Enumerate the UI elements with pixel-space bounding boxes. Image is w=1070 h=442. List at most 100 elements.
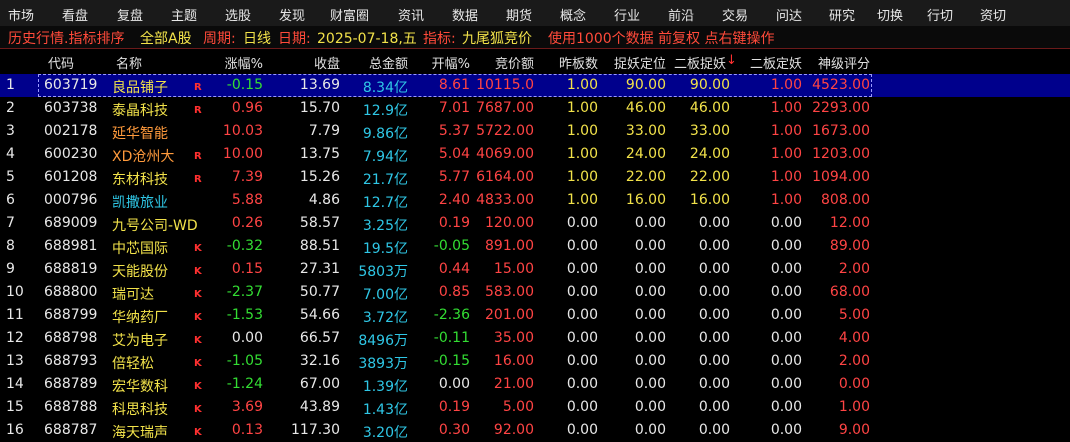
- menu-item-12[interactable]: 前沿: [668, 5, 694, 24]
- close-price: 50.77: [299, 284, 340, 300]
- total-amount: 12.7亿: [362, 195, 408, 211]
- menu-item-10[interactable]: 概念: [560, 5, 586, 24]
- row-index: 12: [6, 330, 24, 346]
- change-pct: -1.53: [226, 307, 263, 323]
- menu-item-8[interactable]: 数据: [452, 5, 478, 24]
- auction-amount: 583.00: [485, 284, 534, 300]
- row-index: 14: [6, 376, 24, 392]
- menu-item-14[interactable]: 问达: [776, 5, 802, 24]
- menu-item-15[interactable]: 研究: [829, 5, 855, 24]
- stock-name: 凯撒旅业: [112, 195, 168, 211]
- indicator-value[interactable]: 九尾狐竞价: [462, 28, 532, 48]
- scope-label[interactable]: 全部A股: [140, 28, 192, 48]
- prev-limit-count: 1.00: [566, 123, 598, 139]
- col-ed[interactable]: 二板定妖: [738, 53, 802, 72]
- col-amount[interactable]: 总金额: [356, 53, 408, 72]
- table-row[interactable]: 10 688800 瑞可达 K -2.37 50.77 7.00亿 0.85 583.00 0.0…: [0, 281, 1070, 304]
- col-eb[interactable]: 二板捉妖: [664, 53, 726, 72]
- divider: [0, 48, 1070, 49]
- total-amount: 7.94亿: [362, 149, 408, 165]
- menu-item-2[interactable]: 复盘: [117, 5, 143, 24]
- date-value[interactable]: 2025-07-18,五: [317, 28, 417, 48]
- table-row[interactable]: 14 688789 宏华数科 K -1.24 67.00 1.39亿 0.00 21.00 0.0…: [0, 373, 1070, 396]
- menu-item-18[interactable]: 资切: [980, 5, 1006, 24]
- table-row[interactable]: 3 002178 延华智能 10.03 7.79 9.86亿 5.37 5722.00 1.00…: [0, 120, 1070, 143]
- table-row[interactable]: 9 688819 天能股份 K 0.15 27.31 5803万 0.44 15.00 0.00 0…: [0, 258, 1070, 281]
- score-value: 1673.00: [812, 123, 870, 139]
- top-menu-bar: 市场 看盘 复盘 主题 选股 发现 财富圈 资讯 数据 期货 概念 行业 前沿 交易 问达 研究 切换 行切 资切: [0, 0, 1070, 27]
- stock-code: 688788: [44, 399, 98, 415]
- table-row[interactable]: 13 688793 倍轻松 K -1.05 32.16 3893万 -0.15 16.00 0.0…: [0, 350, 1070, 373]
- menu-item-11[interactable]: 行业: [614, 5, 640, 24]
- auction-amount: 120.00: [485, 215, 534, 231]
- menu-item-4[interactable]: 选股: [225, 5, 251, 24]
- menu-item-0[interactable]: 市场: [8, 5, 34, 24]
- score-value: 12.00: [829, 215, 870, 231]
- stock-name: 东材科技: [112, 172, 168, 188]
- open-change-pct: -0.15: [433, 353, 470, 369]
- period-value[interactable]: 日线: [243, 28, 271, 48]
- stock-code: 688787: [44, 422, 98, 438]
- open-change-pct: -0.05: [433, 238, 470, 254]
- total-amount: 8.34亿: [362, 80, 408, 96]
- col-code[interactable]: 代码: [48, 53, 74, 72]
- menu-item-6[interactable]: 财富圈: [330, 5, 369, 24]
- open-change-pct: 8.61: [438, 77, 470, 93]
- total-amount: 7.00亿: [362, 287, 408, 303]
- ed-value: 0.00: [770, 215, 802, 231]
- table-row[interactable]: 2 603738 泰晶科技 R 0.96 15.70 12.9亿 7.01 7687.00 1.0…: [0, 97, 1070, 120]
- ed-value: 1.00: [770, 169, 802, 185]
- open-change-pct: 5.37: [438, 123, 470, 139]
- menu-item-7[interactable]: 资讯: [398, 5, 424, 24]
- stock-code: 000796: [44, 192, 98, 208]
- prev-limit-count: 0.00: [566, 284, 598, 300]
- menu-item-1[interactable]: 看盘: [62, 5, 88, 24]
- stock-code: 688800: [44, 284, 98, 300]
- prev-limit-count: 1.00: [566, 100, 598, 116]
- menu-item-3[interactable]: 主题: [171, 5, 197, 24]
- table-row[interactable]: 8 688981 中芯国际 K -0.32 88.51 19.5亿 -0.05 891.00 0.…: [0, 235, 1070, 258]
- col-close[interactable]: 收盘: [290, 53, 340, 72]
- score-value: 1203.00: [812, 146, 870, 162]
- prev-limit-count: 0.00: [566, 238, 598, 254]
- menu-item-13[interactable]: 交易: [722, 5, 748, 24]
- table-row[interactable]: 11 688799 华纳药厂 K -1.53 54.66 3.72亿 -2.36 201.00 0…: [0, 304, 1070, 327]
- menu-item-9[interactable]: 期货: [506, 5, 532, 24]
- col-auction[interactable]: 竞价额: [480, 53, 534, 72]
- col-name[interactable]: 名称: [116, 53, 142, 72]
- score-value: 2293.00: [812, 100, 870, 116]
- table-row[interactable]: 7 689009 九号公司-WD 0.26 58.57 3.25亿 0.19 120.00 0.…: [0, 212, 1070, 235]
- table-row[interactable]: 15 688788 科思科技 K 3.69 43.89 1.43亿 0.19 5.00 0.00 0…: [0, 396, 1070, 419]
- board-tag: R: [194, 174, 202, 185]
- col-prev-limit[interactable]: 昨板数: [548, 53, 598, 72]
- menu-item-5[interactable]: 发现: [279, 5, 305, 24]
- col-change[interactable]: 涨幅%: [203, 53, 263, 72]
- change-pct: 10.00: [222, 146, 263, 162]
- eb-value: 0.00: [698, 330, 730, 346]
- menu-item-17[interactable]: 行切: [927, 5, 953, 24]
- table-row[interactable]: 1 603719 良品铺子 R -0.15 13.69 8.34亿 8.61 10115.0 1.…: [0, 74, 1070, 97]
- table-row[interactable]: 6 000796 凯撒旅业 5.88 4.86 12.7亿 2.40 4833.00 1.00 1…: [0, 189, 1070, 212]
- stock-name: 科思科技: [112, 402, 168, 418]
- score-value: 68.00: [829, 284, 870, 300]
- table-row[interactable]: 5 601208 东材科技 R 7.39 15.26 21.7亿 5.77 6164.00 1.0…: [0, 166, 1070, 189]
- board-tag: R: [194, 105, 202, 116]
- table-row[interactable]: 12 688798 艾为电子 K 0.00 66.57 8496万 -0.11 35.00 0.0…: [0, 327, 1070, 350]
- menu-item-16[interactable]: 切换: [877, 5, 903, 24]
- change-pct: 0.00: [231, 330, 263, 346]
- open-change-pct: 0.44: [438, 261, 470, 277]
- close-price: 27.31: [299, 261, 340, 277]
- col-zy[interactable]: 捉妖定位: [600, 53, 666, 72]
- col-open-change[interactable]: 开幅%: [418, 53, 470, 72]
- open-change-pct: 5.77: [438, 169, 470, 185]
- prev-limit-count: 0.00: [566, 261, 598, 277]
- close-price: 58.57: [299, 215, 340, 231]
- col-score[interactable]: 神级评分: [804, 53, 870, 72]
- total-amount: 8496万: [358, 333, 408, 349]
- row-index: 15: [6, 399, 24, 415]
- eb-value: 46.00: [689, 100, 730, 116]
- change-pct: -1.05: [226, 353, 263, 369]
- table-row[interactable]: 4 600230 XD沧州大 R 10.00 13.75 7.94亿 5.04 4069.00 1…: [0, 143, 1070, 166]
- auction-amount: 4069.00: [476, 146, 534, 162]
- ed-value: 0.00: [770, 353, 802, 369]
